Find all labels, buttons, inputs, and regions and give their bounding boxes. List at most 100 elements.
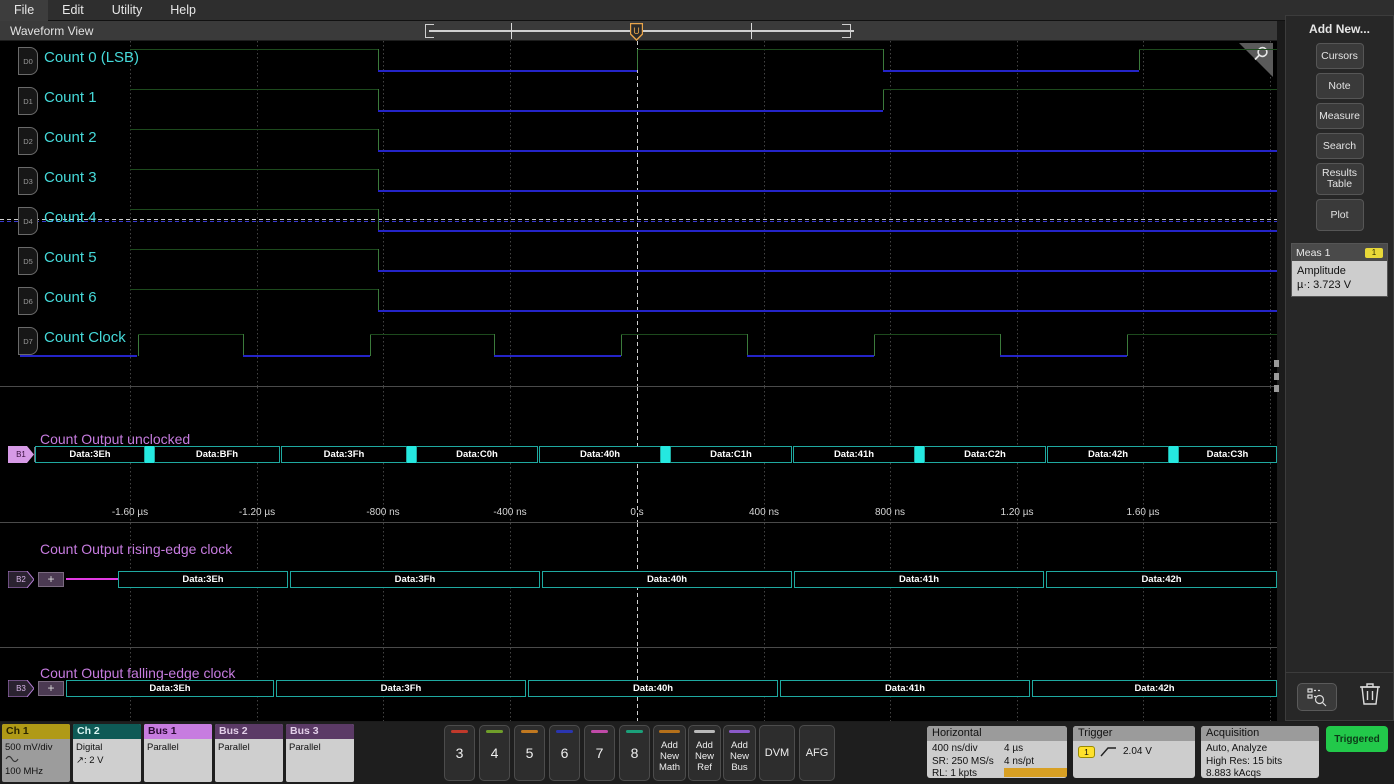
bus-segment: Data:41h [794, 571, 1044, 588]
digital-channel-row[interactable]: D0 Count 0 (LSB) [0, 41, 1277, 81]
measurement-badge[interactable]: Meas 1 1 Amplitude µ·: 3.723 V [1291, 243, 1388, 297]
measurement-name: Meas 1 [1296, 246, 1331, 259]
bus-badge-b2[interactable]: B2 [8, 571, 34, 588]
position-marker-icon [1004, 768, 1067, 777]
digital-channel-row[interactable]: D2 Count 2 [0, 121, 1277, 161]
bus-badge-b1[interactable]: B1 [8, 446, 34, 463]
bus-slice-b1: Count Output unclocked B1 + Data:3Eh Dat… [0, 387, 1277, 522]
digital-badge-d1[interactable]: D1 [18, 87, 38, 115]
menu-item-utility[interactable]: Utility [98, 0, 157, 21]
afg-button[interactable]: AFG [799, 725, 835, 781]
overview-trigger-handle[interactable]: U [629, 22, 644, 41]
menu-item-help[interactable]: Help [156, 0, 210, 21]
digital-badge-d6[interactable]: D6 [18, 287, 38, 315]
digital-channel-row[interactable]: D7 Count Clock [0, 321, 1277, 361]
bus-segment: Data:40h [542, 571, 792, 588]
add-new-math-button[interactable]: Add New Math [653, 725, 686, 781]
bus-title-b3: Count Output falling-edge clock [40, 665, 236, 681]
channel-button-4[interactable]: 4 [479, 725, 510, 781]
digital-badge-d5[interactable]: D5 [18, 247, 38, 275]
bus-expand-b2[interactable]: + [38, 572, 64, 587]
channel-button-7[interactable]: 7 [584, 725, 615, 781]
afg-label: AFG [805, 747, 829, 759]
channel-button-8[interactable]: 8 [619, 725, 650, 781]
badge-bus2-title: Bus 2 [215, 724, 283, 739]
digital-channel-row[interactable]: D5 Count 5 [0, 241, 1277, 281]
horizontal-body: 400 ns/div 4 µs SR: 250 MS/s 4 ns/pt RL: 1… [927, 741, 1067, 778]
waveform-view-header[interactable]: Waveform View U [0, 21, 1277, 41]
bus-track-b3[interactable]: + Data:3Eh Data:3Fh Data:40h Data:41h Da… [34, 680, 1277, 697]
trash-icon[interactable] [1358, 681, 1382, 712]
bus-transition [1169, 446, 1178, 463]
overview-left-handle[interactable] [425, 24, 434, 38]
badge-ch2[interactable]: Ch 2 Digital ↗: 2 V [73, 724, 141, 782]
add-plot-button[interactable]: Plot [1315, 199, 1364, 231]
add-search-button[interactable]: Search [1315, 133, 1364, 159]
add-note-button[interactable]: Note [1315, 73, 1364, 99]
acquisition-settings[interactable]: Acquisition Auto, Analyze High Res: 15 b… [1201, 726, 1319, 778]
dvm-button[interactable]: DVM [759, 725, 795, 781]
search-results-icon[interactable] [1296, 682, 1337, 711]
digital-label-d5: Count 5 [44, 249, 97, 266]
add-results-table-button[interactable]: Results Table [1315, 163, 1364, 195]
rising-edge-icon [1100, 747, 1116, 757]
bus-segment: Data:C1h [670, 446, 792, 463]
channel-button-5-label: 5 [525, 745, 534, 761]
bus-track-b1[interactable]: + Data:3Eh Data:BFh Data:3Fh Data:C0h Da… [34, 446, 1277, 463]
bus-badge-b3[interactable]: B3 [8, 680, 34, 697]
digital-badge-d2[interactable]: D2 [18, 127, 38, 155]
channel-button-5[interactable]: 5 [514, 725, 545, 781]
trigger-status-badge[interactable]: Triggered [1326, 726, 1388, 752]
trigger-settings[interactable]: Trigger 1 2.04 V [1073, 726, 1195, 778]
digital-badge-d4[interactable]: D4 [18, 207, 38, 235]
panel-resize-handle[interactable] [1274, 360, 1281, 392]
digital-label-d7: Count Clock [44, 329, 126, 346]
dvm-label: DVM [764, 747, 790, 759]
coupling-icon [5, 755, 19, 763]
badge-bus3[interactable]: Bus 3 Parallel [286, 724, 354, 782]
horizontal-title: Horizontal [927, 726, 1067, 741]
add-cursors-button[interactable]: Cursors [1315, 43, 1364, 69]
digital-channel-row[interactable]: D6 Count 6 [0, 281, 1277, 321]
overview-tick [511, 23, 512, 39]
digital-channel-row[interactable]: D1 Count 1 [0, 81, 1277, 121]
waveform-view-title: Waveform View [10, 23, 94, 38]
add-new-ref-button[interactable]: Add New Ref [688, 725, 721, 781]
digital-channel-row[interactable]: D4 Count 4 [0, 201, 1277, 241]
bus-track-b2[interactable]: + Data:3Eh Data:3Fh Data:40h Data:41h Da… [34, 571, 1277, 588]
bus-segment: Data:C2h [924, 446, 1046, 463]
digital-label-d3: Count 3 [44, 169, 97, 186]
digital-label-d6: Count 6 [44, 289, 97, 306]
bus-segment: Data:42h [1032, 680, 1277, 697]
add-measure-button[interactable]: Measure [1315, 103, 1364, 129]
overview-right-handle[interactable] [842, 24, 851, 38]
acquisition-resolution: High Res: 15 bits [1206, 755, 1283, 767]
digital-badge-d3[interactable]: D3 [18, 167, 38, 195]
badge-bus2[interactable]: Bus 2 Parallel [215, 724, 283, 782]
horizontal-span: 4 µs [1004, 743, 1024, 754]
overview-scrollbar[interactable]: U [415, 22, 865, 41]
time-tick-label: 1.20 µs [1000, 507, 1034, 518]
digital-channel-row[interactable]: D3 Count 3 [0, 161, 1277, 201]
badge-ch1-bandwidth: 100 MHz [5, 766, 44, 777]
digital-badge-d7[interactable]: D7 [18, 327, 38, 355]
badge-ch1[interactable]: Ch 1 500 mV/div 100 MHz [2, 724, 70, 782]
horizontal-recordlength: RL: 1 kpts [932, 768, 978, 778]
bus-expand-b3[interactable]: + [38, 681, 64, 696]
menu-item-file[interactable]: File [0, 0, 49, 21]
channel-button-6[interactable]: 6 [549, 725, 580, 781]
add-new-sidebar: Add New... Cursors Note Measure Search R… [1285, 15, 1394, 721]
channel-button-3[interactable]: 3 [444, 725, 475, 781]
add-new-math-label: Add New Math [658, 740, 681, 773]
menu-item-edit[interactable]: Edit [48, 0, 98, 21]
channel-button-4-label: 4 [490, 745, 499, 761]
bus-segment: Data:3Fh [290, 571, 540, 588]
bus-segment: Data:C0h [416, 446, 538, 463]
bus-segment: Data:3Fh [276, 680, 526, 697]
horizontal-settings[interactable]: Horizontal 400 ns/div 4 µs SR: 250 MS/s 4 … [927, 726, 1067, 778]
badge-bus2-type: Parallel [218, 742, 250, 753]
digital-badge-d0[interactable]: D0 [18, 47, 38, 75]
badge-bus1[interactable]: Bus 1 Parallel [144, 724, 212, 782]
bus-idle-line [66, 578, 118, 580]
add-new-bus-button[interactable]: Add New Bus [723, 725, 756, 781]
